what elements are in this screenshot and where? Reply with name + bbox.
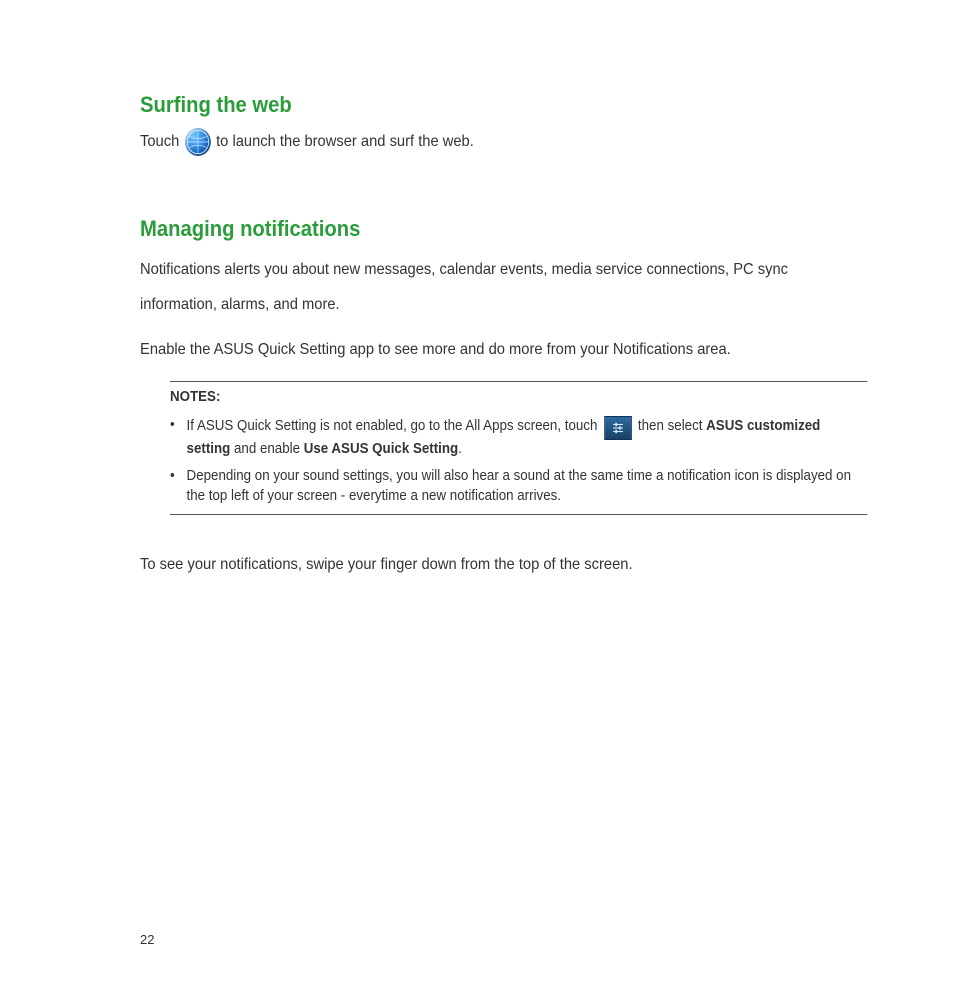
notifications-para2: Enable the ASUS Quick Setting app to see… (140, 340, 864, 361)
heading-surfing: Surfing the web (140, 92, 811, 118)
sliders-icon (611, 421, 624, 435)
note1-b2: Use ASUS Quick Setting (304, 441, 458, 457)
settings-app-icon (604, 416, 632, 440)
bullet-icon: • (170, 467, 174, 506)
note-item-1: • If ASUS Quick Setting is not enabled, … (170, 416, 868, 460)
closing-para: To see your notifications, swipe your fi… (140, 555, 864, 576)
notifications-para1: Notifications alerts you about new messa… (140, 252, 864, 322)
note-body-2: Depending on your sound settings, you wi… (187, 467, 868, 506)
text-after-icon: to launch the browser and surf the web. (216, 133, 474, 151)
note1-t4: . (458, 441, 462, 457)
rule-top (170, 381, 868, 382)
browser-globe-icon (185, 128, 211, 156)
heading-notifications: Managing notifications (140, 216, 811, 242)
page-content: Surfing the web Touch to launch the brow… (0, 0, 954, 1002)
rule-bottom (170, 514, 868, 515)
page-number: 22 (140, 932, 154, 947)
notes-list: • If ASUS Quick Setting is not enabled, … (170, 416, 868, 507)
note-body-1: If ASUS Quick Setting is not enabled, go… (187, 416, 868, 460)
text-before-icon: Touch (140, 133, 179, 151)
note1-t1: If ASUS Quick Setting is not enabled, go… (187, 418, 598, 434)
notes-header: NOTES: (170, 388, 868, 408)
note-item-2: • Depending on your sound settings, you … (170, 467, 868, 506)
note1-t2: then select (638, 418, 703, 434)
bullet-icon: • (170, 416, 174, 460)
globe-icon (185, 128, 211, 156)
notes-box: NOTES: • If ASUS Quick Setting is not en… (170, 381, 868, 515)
note1-t3: and enable (234, 441, 300, 457)
surfing-instruction: Touch to launch the browser and surf the… (140, 128, 864, 156)
